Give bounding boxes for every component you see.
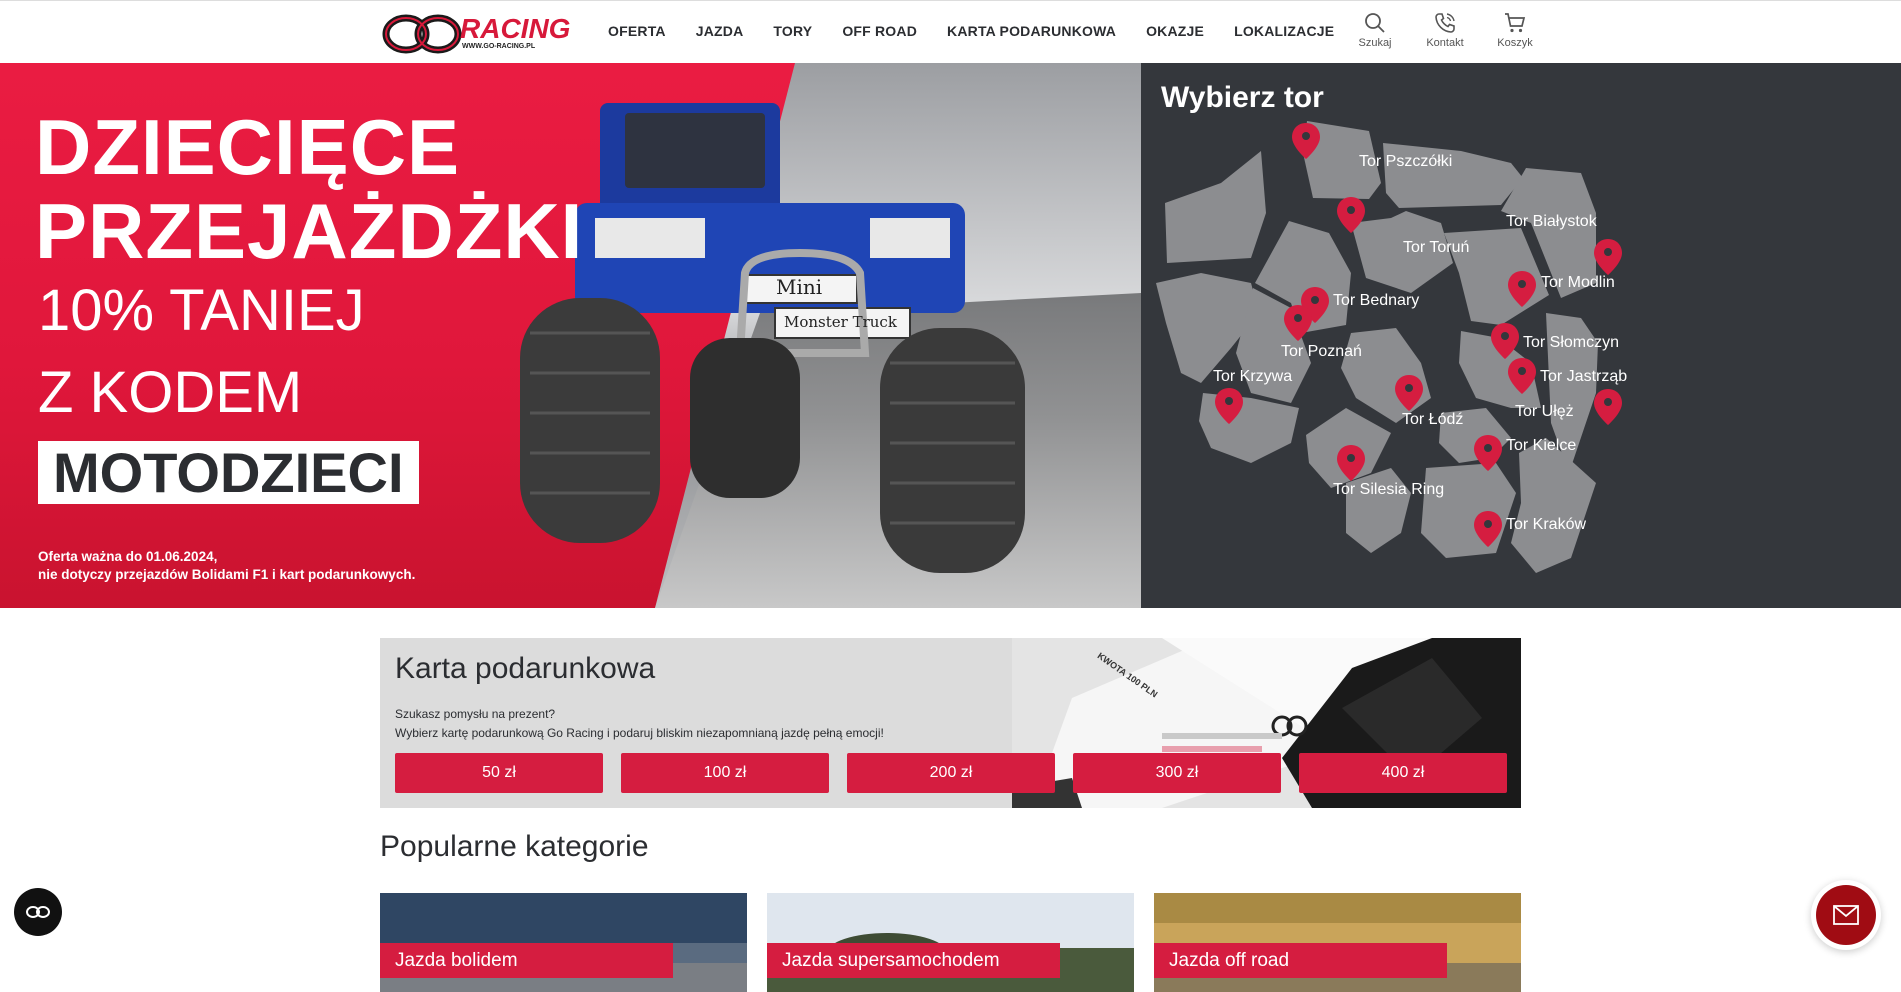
main-nav: OFERTA JAZDA TORY OFF ROAD KARTA PODARUN… bbox=[608, 23, 1364, 39]
popular-categories-title: Popularne kategorie bbox=[380, 830, 649, 863]
gift-300-button[interactable]: 300 zł bbox=[1073, 753, 1281, 793]
category-label-bolid: Jazda bolidem bbox=[380, 943, 673, 978]
site-header: RACING WWW.GO-RACING.PL OFERTA JAZDA TOR… bbox=[0, 0, 1901, 63]
nav-okazje[interactable]: OKAZJE bbox=[1146, 23, 1204, 39]
category-card-offroad[interactable]: Jazda off road bbox=[1154, 893, 1521, 992]
track-torun[interactable]: Tor Toruń bbox=[1403, 239, 1469, 257]
message-button[interactable] bbox=[1811, 880, 1881, 950]
track-bialystok[interactable]: Tor Białystok bbox=[1506, 213, 1597, 231]
track-bednary[interactable]: Tor Bednary bbox=[1333, 292, 1419, 310]
nav-off-road[interactable]: OFF ROAD bbox=[842, 23, 917, 39]
accessibility-button[interactable] bbox=[14, 888, 62, 936]
message-button-inner bbox=[1816, 885, 1876, 945]
gift-desc-line2: Wybierz kartę podarunkową Go Racing i po… bbox=[395, 726, 884, 740]
track-map-panel: Wybierz tor Tor Pszczółki Tor Białystok … bbox=[1141, 63, 1901, 608]
search-button[interactable]: Szukaj bbox=[1340, 11, 1410, 49]
search-label: Szukaj bbox=[1358, 37, 1392, 49]
hero-title-line2: PRZEJAŻDŻKI bbox=[35, 187, 584, 275]
gift-amount-buttons: 50 zł 100 zł 200 zł 300 zł 400 zł bbox=[395, 753, 1507, 793]
contact-label: Kontakt bbox=[1426, 37, 1464, 49]
hero-terms-line1: Oferta ważna do 01.06.2024, bbox=[38, 549, 218, 564]
hero-title-line1: DZIECIĘCE bbox=[35, 103, 461, 191]
track-ulez[interactable]: Tor Ułęż bbox=[1515, 403, 1574, 421]
hero-terms: Oferta ważna do 01.06.2024, nie dotyczy … bbox=[38, 548, 415, 584]
nav-jazda[interactable]: JAZDA bbox=[696, 23, 744, 39]
logo-url: WWW.GO-RACING.PL bbox=[462, 43, 536, 50]
hero-banner[interactable]: Mini Monster Truck DZIECIĘCE PRZEJAŻDŻKI… bbox=[0, 63, 1141, 608]
track-silesia-ring[interactable]: Tor Silesia Ring bbox=[1333, 481, 1444, 499]
plate-top: Mini bbox=[776, 275, 823, 299]
track-lodz[interactable]: Tor Łódź bbox=[1402, 411, 1463, 429]
category-label-supercar: Jazda supersamochodem bbox=[767, 943, 1060, 978]
cart-icon bbox=[1505, 13, 1526, 33]
track-krakow[interactable]: Tor Kraków bbox=[1506, 516, 1586, 534]
hero-code-intro: Z KODEM bbox=[38, 360, 303, 425]
hero-discount: 10% TANIEJ bbox=[38, 278, 365, 343]
track-pszczolki[interactable]: Tor Pszczółki bbox=[1359, 153, 1452, 171]
nav-lokalizacje[interactable]: LOKALIZACJE bbox=[1234, 23, 1334, 39]
hero-promo-code: MOTODZIECI bbox=[38, 441, 419, 504]
track-modlin[interactable]: Tor Modlin bbox=[1541, 274, 1615, 292]
track-jastrzab[interactable]: Tor Jastrząb bbox=[1540, 368, 1627, 386]
gift-200-button[interactable]: 200 zł bbox=[847, 753, 1055, 793]
nav-oferta[interactable]: OFERTA bbox=[608, 23, 666, 39]
track-poznan[interactable]: Tor Poznań bbox=[1281, 343, 1362, 361]
nav-tory[interactable]: TORY bbox=[773, 23, 812, 39]
hero-title: DZIECIĘCE PRZEJAŻDŻKI bbox=[35, 105, 583, 273]
category-card-supercar[interactable]: Jazda supersamochodem bbox=[767, 893, 1134, 992]
gift-100-button[interactable]: 100 zł bbox=[621, 753, 829, 793]
category-label-offroad: Jazda off road bbox=[1154, 943, 1447, 978]
hero-terms-line2: nie dotyczy przejazdów Bolidami F1 i kar… bbox=[38, 567, 416, 582]
track-kielce[interactable]: Tor Kielce bbox=[1506, 437, 1576, 455]
gift-card-title: Karta podarunkowa bbox=[395, 652, 656, 685]
logo-wordmark: RACING bbox=[460, 13, 571, 44]
go-logo-icon bbox=[26, 906, 50, 918]
cart-button[interactable]: Koszyk bbox=[1480, 11, 1550, 49]
search-icon bbox=[1365, 13, 1385, 33]
gift-400-button[interactable]: 400 zł bbox=[1299, 753, 1507, 793]
gift-card-description: Szukasz pomysłu na prezent? Wybierz kart… bbox=[395, 705, 884, 743]
gift-50-button[interactable]: 50 zł bbox=[395, 753, 603, 793]
track-slomczyn[interactable]: Tor Słomczyn bbox=[1523, 334, 1619, 352]
envelope-icon bbox=[1833, 905, 1859, 925]
map-title: Wybierz tor bbox=[1161, 81, 1324, 114]
category-card-bolid[interactable]: Jazda bolidem bbox=[380, 893, 747, 992]
gift-desc-line1: Szukasz pomysłu na prezent? bbox=[395, 707, 556, 721]
nav-karta-podarunkowa[interactable]: KARTA PODARUNKOWA bbox=[947, 23, 1116, 39]
gift-card-section: KWOTA 100 PLN Karta podarunkowa Szukasz … bbox=[380, 638, 1521, 808]
cart-label: Koszyk bbox=[1497, 37, 1533, 49]
contact-button[interactable]: Kontakt bbox=[1410, 11, 1480, 49]
plate-bottom: Monster Truck bbox=[784, 313, 897, 331]
track-krzywa[interactable]: Tor Krzywa bbox=[1213, 368, 1292, 386]
category-cards: Jazda bolidem Jazda supersamochodem Jazd… bbox=[380, 893, 1521, 992]
header-tools: Szukaj Kontakt Koszyk bbox=[1340, 11, 1550, 49]
phone-icon bbox=[1435, 13, 1455, 33]
